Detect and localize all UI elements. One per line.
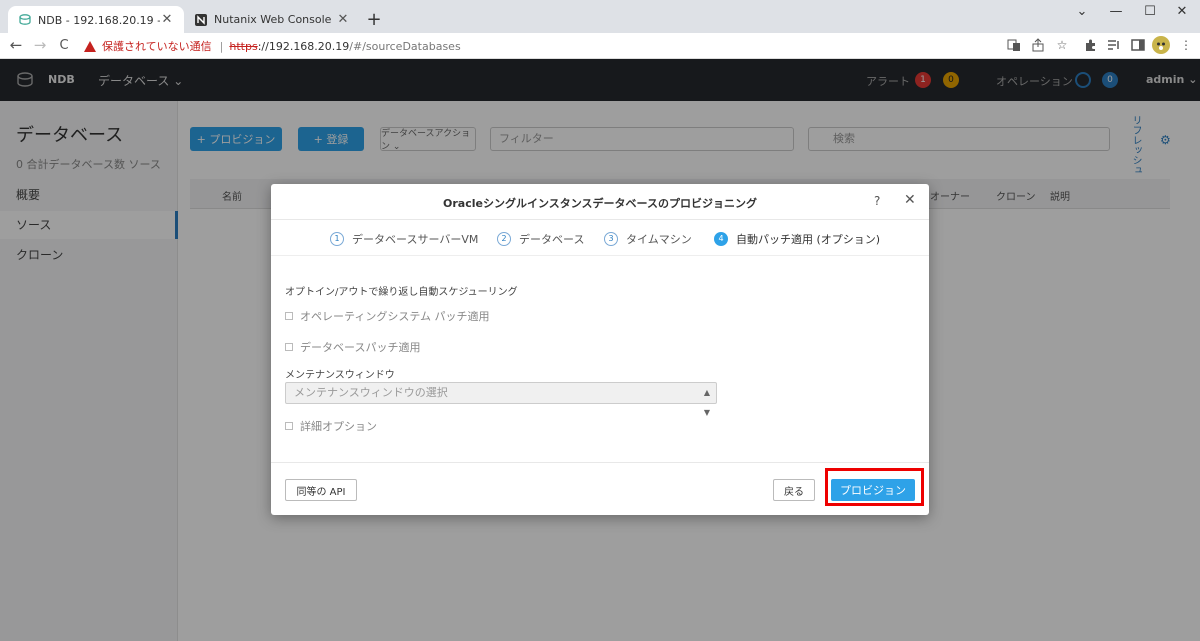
- step-label: データベース: [519, 233, 585, 246]
- reading-list-icon[interactable]: [1106, 38, 1122, 54]
- step-number: 4: [714, 232, 728, 246]
- step-number: 3: [604, 232, 618, 246]
- maximize-icon[interactable]: ☐: [1140, 4, 1160, 19]
- browser-tab-ndb[interactable]: NDB - 192.168.20.19 - データベース ✕: [8, 6, 184, 33]
- advanced-options-label: 詳細オプション: [300, 420, 377, 433]
- maintenance-window-label: メンテナンスウィンドウ: [285, 370, 395, 381]
- os-patch-label: オペレーティングシステム パッチ適用: [300, 310, 490, 323]
- step-auto-patching[interactable]: 4 自動パッチ適用 (オプション): [714, 231, 880, 247]
- profile-avatar-icon[interactable]: [1152, 36, 1170, 54]
- close-tab-icon[interactable]: ✕: [336, 12, 350, 27]
- browser-tab-title: NDB - 192.168.20.19 - データベース: [38, 13, 160, 27]
- browser-menu-icon[interactable]: ⋮: [1178, 38, 1194, 54]
- wizard-steps: 1 データベースサーバーVM 2 データベース 3 タイムマシン 4 自動パッチ…: [271, 220, 929, 256]
- url-path: /#/sourceDatabases: [349, 39, 461, 53]
- equivalent-api-button[interactable]: 同等の API: [285, 479, 357, 501]
- url-scheme: https: [229, 39, 258, 53]
- step-label: タイムマシン: [626, 233, 692, 246]
- provision-modal: Oracleシングルインスタンスデータベースのプロビジョニング ? ✕ 1 デー…: [271, 184, 929, 515]
- step-label: 自動パッチ適用 (オプション): [736, 233, 881, 246]
- step-label: データベースサーバーVM: [352, 233, 479, 246]
- side-panel-icon[interactable]: [1130, 38, 1146, 54]
- close-icon[interactable]: ✕: [904, 192, 916, 208]
- share-icon[interactable]: [1030, 38, 1046, 54]
- back-button[interactable]: 戻る: [773, 479, 815, 501]
- forward-icon[interactable]: →: [30, 36, 50, 54]
- warning-icon: [84, 40, 96, 52]
- modal-header: Oracleシングルインスタンスデータベースのプロビジョニング ? ✕: [271, 184, 929, 220]
- reload-icon[interactable]: C: [54, 38, 74, 53]
- browser-tab-nutanix[interactable]: Nutanix Web Console ✕: [184, 6, 360, 33]
- minimize-icon[interactable]: —: [1106, 4, 1126, 19]
- step-number: 2: [497, 232, 511, 246]
- tab-search-icon[interactable]: ⌄: [1072, 4, 1092, 19]
- url-field[interactable]: 保護されていない通信 | https ://192.168.20.19 /#/s…: [78, 35, 1078, 57]
- db-patch-checkbox[interactable]: [285, 343, 293, 351]
- maintenance-window-select[interactable]: メンテナンスウィンドウの選択 ▲ ▼: [285, 382, 717, 417]
- back-icon[interactable]: ←: [6, 36, 26, 54]
- os-patch-checkbox[interactable]: [285, 312, 293, 320]
- translate-icon[interactable]: [1006, 38, 1022, 54]
- bookmark-star-icon[interactable]: ☆: [1054, 38, 1070, 54]
- url-separator: |: [219, 39, 224, 53]
- close-tab-icon[interactable]: ✕: [160, 12, 174, 27]
- advanced-options-checkbox[interactable]: [285, 422, 293, 430]
- select-arrow-icon: ▲ ▼: [703, 388, 710, 417]
- security-warning[interactable]: 保護されていない通信: [102, 38, 212, 54]
- url-host: ://192.168.20.19: [257, 39, 350, 53]
- db-patch-option[interactable]: データベースパッチ適用: [285, 339, 420, 355]
- close-window-icon[interactable]: ✕: [1172, 4, 1192, 19]
- browser-tab-title: Nutanix Web Console: [214, 13, 332, 26]
- ndb-favicon-icon: [18, 13, 32, 27]
- section-label: オプトイン/アウトで繰り返し自動スケジューリング: [285, 287, 518, 298]
- address-bar: ← → C 保護されていない通信 | https ://192.168.20.1…: [0, 33, 1200, 59]
- db-patch-label: データベースパッチ適用: [300, 341, 421, 354]
- extensions-icon[interactable]: [1082, 38, 1098, 54]
- maintenance-window-value: メンテナンスウィンドウの選択: [294, 386, 448, 399]
- nutanix-favicon-icon: [194, 13, 208, 27]
- step-time-machine[interactable]: 3 タイムマシン: [604, 231, 692, 247]
- new-tab-button[interactable]: +: [364, 9, 384, 30]
- highlight-box: [825, 468, 924, 506]
- step-database-server-vm[interactable]: 1 データベースサーバーVM: [330, 231, 478, 247]
- step-database[interactable]: 2 データベース: [497, 231, 584, 247]
- help-icon[interactable]: ?: [874, 194, 880, 208]
- browser-tabstrip: NDB - 192.168.20.19 - データベース ✕ Nutanix W…: [0, 0, 1200, 33]
- modal-title: Oracleシングルインスタンスデータベースのプロビジョニング: [443, 197, 757, 210]
- step-number: 1: [330, 232, 344, 246]
- advanced-options[interactable]: 詳細オプション: [285, 418, 377, 434]
- os-patch-option[interactable]: オペレーティングシステム パッチ適用: [285, 308, 490, 324]
